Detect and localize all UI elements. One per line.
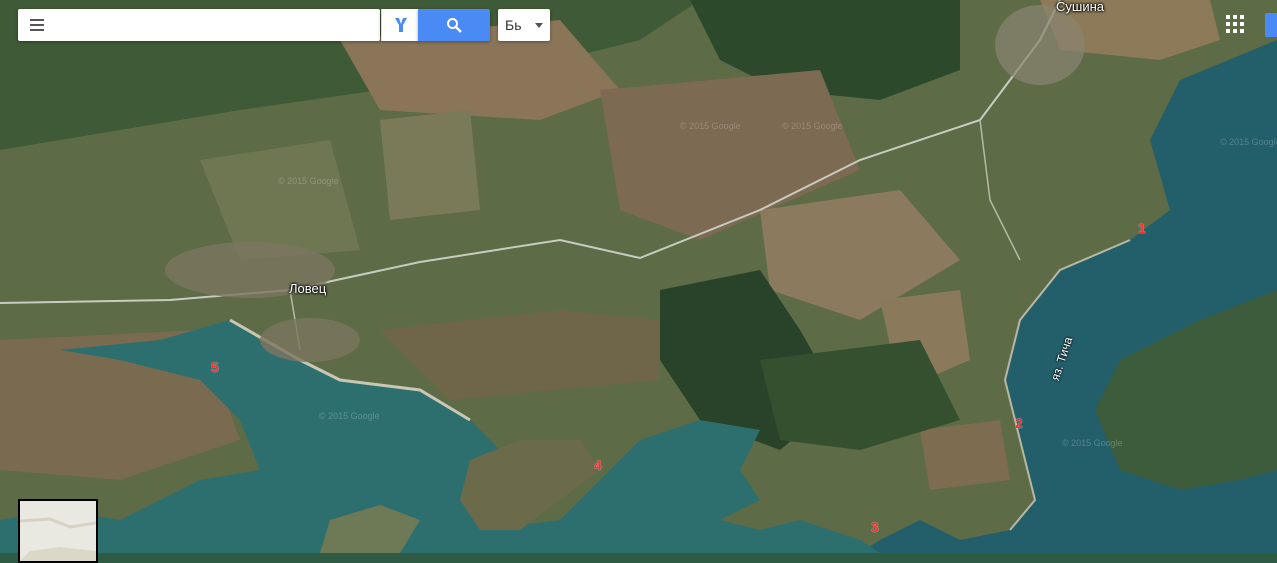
- watermark: © 2015 Google: [1220, 137, 1277, 147]
- search-box: [18, 9, 380, 41]
- minimap-thumbnail[interactable]: [18, 499, 98, 563]
- satellite-map[interactable]: [0, 0, 1277, 553]
- watermark: © 2015 Google: [782, 121, 843, 131]
- minimap-view: [20, 501, 96, 561]
- field: [380, 110, 480, 220]
- chevron-down-icon: [535, 22, 543, 28]
- apps-grid-icon[interactable]: [1224, 13, 1246, 35]
- village-area: [995, 5, 1085, 85]
- watermark: © 2015 Google: [319, 411, 380, 421]
- village-label-lovets: Ловец: [289, 281, 327, 296]
- field: [920, 420, 1010, 490]
- language-select[interactable]: Бь: [498, 9, 550, 41]
- watermark: © 2015 Google: [1062, 438, 1123, 448]
- directions-button[interactable]: [381, 9, 419, 41]
- marker-2[interactable]: 2: [1015, 415, 1023, 431]
- hamburger-icon: [30, 19, 44, 31]
- marker-4[interactable]: 4: [594, 457, 602, 473]
- marker-5[interactable]: 5: [211, 359, 219, 375]
- language-value: Бь: [505, 17, 522, 33]
- menu-button[interactable]: [18, 9, 56, 41]
- directions-icon: [394, 18, 407, 32]
- search-input[interactable]: [56, 11, 380, 39]
- marker-1[interactable]: 1: [1138, 220, 1146, 236]
- village-label-sushina: Сушина: [1056, 0, 1104, 14]
- search-icon: [447, 18, 462, 33]
- village-area: [260, 318, 360, 362]
- search-button[interactable]: [418, 9, 490, 41]
- watermark: © 2015 Google: [680, 121, 741, 131]
- sign-in-button[interactable]: [1265, 13, 1277, 37]
- marker-3[interactable]: 3: [871, 519, 879, 535]
- watermark: © 2015 Google: [278, 176, 339, 186]
